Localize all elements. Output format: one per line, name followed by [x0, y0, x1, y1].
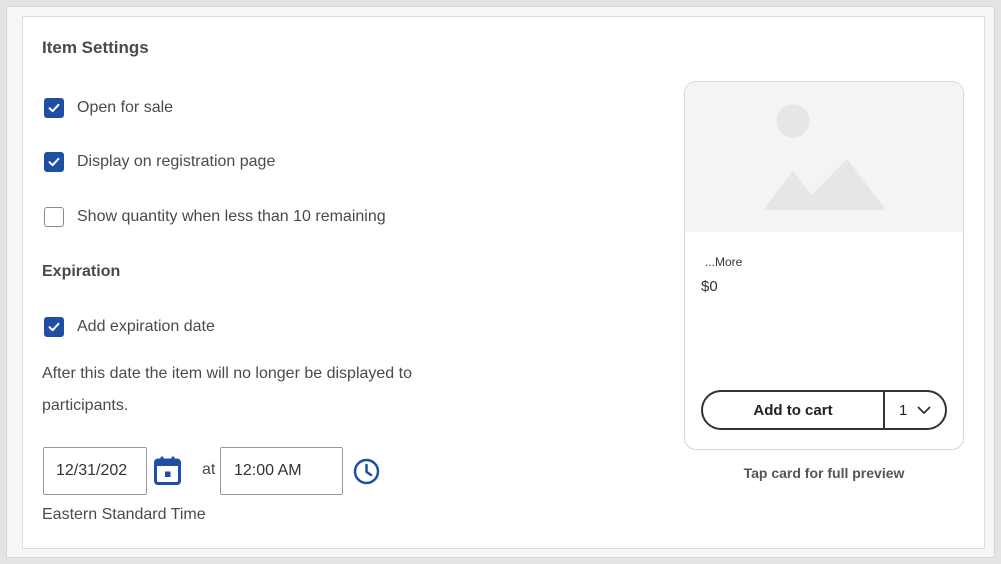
add-to-cart-button[interactable]: Add to cart [703, 392, 885, 428]
item-price: $0 [701, 278, 718, 295]
quantity-value: 1 [899, 401, 908, 419]
more-link[interactable]: ...More [705, 255, 742, 269]
calendar-icon[interactable] [154, 456, 181, 490]
at-label: at [202, 461, 216, 478]
check-icon [48, 103, 60, 113]
check-icon [48, 322, 60, 332]
check-icon [48, 157, 60, 167]
open-for-sale-label: Open for sale [77, 99, 174, 116]
option-show-quantity[interactable]: Show quantity when less than 10 remainin… [44, 207, 386, 227]
preview-hint: Tap card for full preview [743, 465, 905, 481]
image-placeholder [685, 82, 963, 232]
expiration-date-input[interactable]: 12/31/202 [43, 447, 147, 495]
add-expiration-label: Add expiration date [77, 318, 215, 335]
chevron-down-icon [917, 406, 931, 414]
add-expiration-checkbox[interactable] [44, 317, 64, 337]
expiration-description: After this date the item will no longer … [42, 365, 412, 414]
timezone-label: Eastern Standard Time [42, 506, 206, 523]
add-to-cart-group: Add to cart 1 [701, 390, 947, 430]
option-display-on-registration[interactable]: Display on registration page [44, 152, 275, 172]
option-open-for-sale[interactable]: Open for sale [44, 98, 173, 118]
expiration-time-input[interactable]: 12:00 AM [220, 447, 343, 495]
option-add-expiration[interactable]: Add expiration date [44, 317, 215, 337]
time-value: 12:00 AM [234, 462, 302, 479]
section-title: Item Settings [42, 38, 149, 57]
clock-icon[interactable] [353, 458, 380, 490]
date-value: 12/31/202 [56, 462, 128, 479]
item-preview-card[interactable]: ...More $0 Add to cart 1 [684, 81, 964, 450]
image-placeholder-icon [763, 104, 886, 210]
open-for-sale-checkbox[interactable] [44, 98, 64, 118]
display-on-registration-checkbox[interactable] [44, 152, 64, 172]
quantity-select[interactable]: 1 [885, 392, 945, 428]
show-quantity-label: Show quantity when less than 10 remainin… [77, 208, 386, 225]
display-on-registration-label: Display on registration page [77, 153, 276, 170]
show-quantity-checkbox[interactable] [44, 207, 64, 227]
expiration-title: Expiration [42, 263, 121, 280]
